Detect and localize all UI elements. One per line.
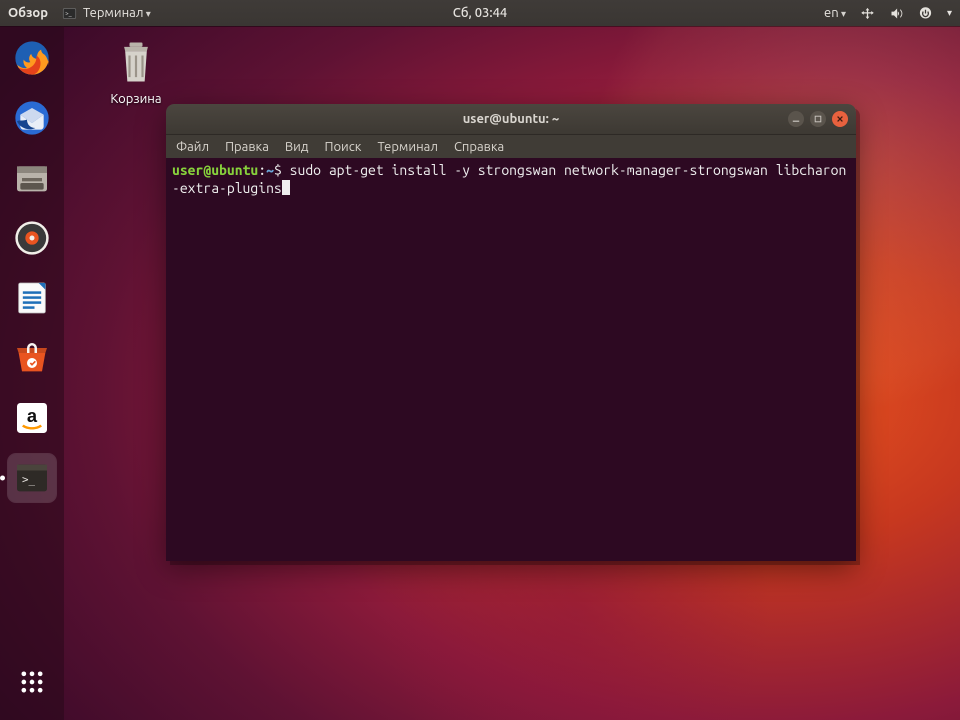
terminal-cursor bbox=[282, 180, 290, 195]
svg-text:a: a bbox=[27, 405, 38, 426]
terminal-menubar: Файл Правка Вид Поиск Терминал Справка bbox=[166, 134, 856, 158]
writer-icon bbox=[12, 278, 52, 318]
terminal-content[interactable]: user@ubuntu:~$ sudo apt-get install -y s… bbox=[166, 158, 856, 561]
system-menu-chevron-icon[interactable]: ▾ bbox=[947, 7, 952, 19]
prompt-sigil: $ bbox=[274, 162, 282, 178]
activities-button[interactable]: Обзор bbox=[8, 6, 48, 20]
launcher-terminal[interactable]: >_ bbox=[8, 454, 56, 502]
files-icon bbox=[12, 158, 52, 198]
menu-view[interactable]: Вид bbox=[285, 140, 309, 154]
launcher-rhythmbox[interactable] bbox=[8, 214, 56, 262]
terminal-app-icon: >_ bbox=[12, 458, 52, 498]
rhythmbox-icon bbox=[12, 218, 52, 258]
app-menu[interactable]: >_ Терминал bbox=[62, 6, 151, 21]
network-icon[interactable] bbox=[860, 6, 875, 21]
menu-terminal[interactable]: Терминал bbox=[377, 140, 437, 154]
launcher-ubuntu-software[interactable] bbox=[8, 334, 56, 382]
svg-text:>_: >_ bbox=[65, 10, 73, 17]
trash-icon bbox=[110, 36, 162, 88]
clock[interactable]: Сб, 03:44 bbox=[453, 6, 507, 20]
window-minimize-button[interactable] bbox=[788, 111, 804, 127]
gnome-top-bar: Обзор >_ Терминал Сб, 03:44 en ▾ bbox=[0, 0, 960, 26]
software-icon bbox=[12, 338, 52, 378]
firefox-icon bbox=[12, 38, 52, 78]
show-applications-button[interactable] bbox=[8, 658, 56, 706]
desktop-trash[interactable]: Корзина bbox=[96, 36, 176, 106]
menu-edit[interactable]: Правка bbox=[225, 140, 269, 154]
prompt-colon: : bbox=[258, 162, 266, 178]
launcher-amazon[interactable]: a bbox=[8, 394, 56, 442]
volume-icon[interactable] bbox=[889, 6, 904, 21]
window-maximize-button[interactable] bbox=[810, 111, 826, 127]
ubuntu-dock: a >_ bbox=[0, 26, 64, 720]
menu-help[interactable]: Справка bbox=[454, 140, 504, 154]
terminal-window[interactable]: user@ubuntu: ~ Файл Правка Вид Поиск Тер… bbox=[166, 104, 856, 561]
input-source-indicator[interactable]: en bbox=[824, 6, 846, 20]
launcher-files[interactable] bbox=[8, 154, 56, 202]
apps-grid-icon bbox=[18, 668, 46, 696]
window-close-button[interactable] bbox=[832, 111, 848, 127]
prompt-host: ubuntu bbox=[211, 162, 258, 178]
window-title: user@ubuntu: ~ bbox=[463, 112, 560, 126]
app-menu-label: Терминал bbox=[83, 6, 151, 20]
terminal-icon: >_ bbox=[62, 6, 77, 21]
menu-file[interactable]: Файл bbox=[176, 140, 209, 154]
desktop-trash-label: Корзина bbox=[96, 92, 176, 106]
prompt-user: user bbox=[172, 162, 203, 178]
thunderbird-icon bbox=[12, 98, 52, 138]
svg-text:>_: >_ bbox=[22, 473, 36, 486]
launcher-libreoffice-writer[interactable] bbox=[8, 274, 56, 322]
amazon-icon: a bbox=[12, 398, 52, 438]
window-titlebar[interactable]: user@ubuntu: ~ bbox=[166, 104, 856, 134]
launcher-firefox[interactable] bbox=[8, 34, 56, 82]
launcher-thunderbird[interactable] bbox=[8, 94, 56, 142]
power-icon[interactable] bbox=[918, 6, 933, 21]
prompt-path: ~ bbox=[266, 162, 274, 178]
menu-search[interactable]: Поиск bbox=[324, 140, 361, 154]
